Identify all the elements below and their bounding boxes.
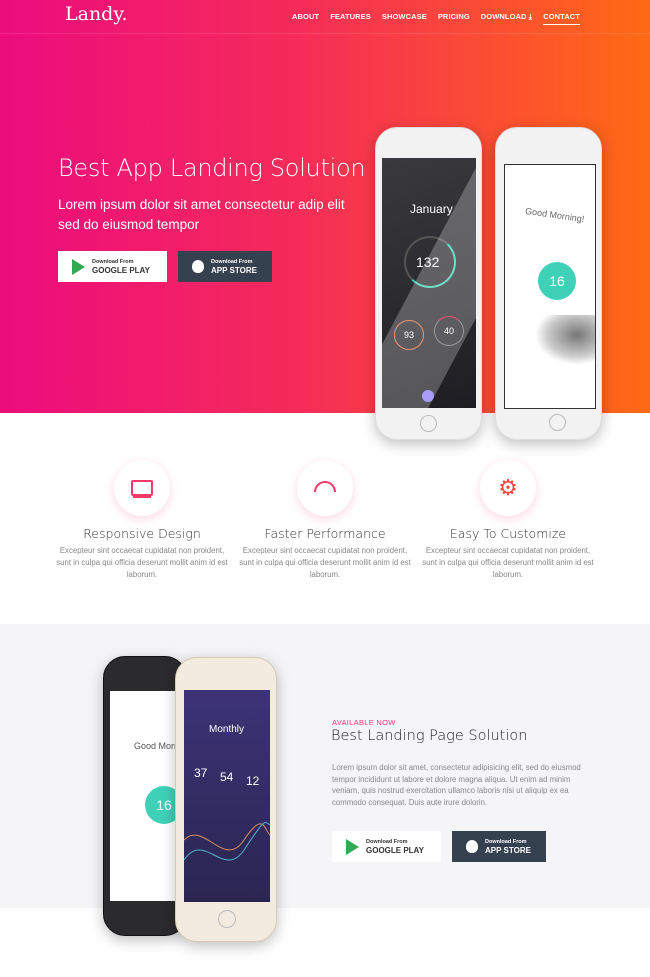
monitor-icon	[131, 480, 153, 496]
speedometer-icon	[314, 480, 336, 492]
feature-desc: Excepteur sint occaecat cupidatat non pr…	[422, 546, 594, 579]
mountain-image	[535, 315, 595, 365]
google-small-label: Download From	[92, 258, 134, 265]
nav-about[interactable]: ABOUT	[292, 12, 319, 25]
nav-download[interactable]: DOWNLOAD ⤓	[481, 12, 532, 25]
app-store-button-2[interactable]: Download From APP STORE	[452, 831, 546, 862]
apple-icon	[192, 260, 204, 273]
feature-desc: Excepteur sint occaecat cupidatat non pr…	[56, 546, 228, 579]
phone-light-app: Good Morning! 16	[495, 127, 602, 440]
app-store-button[interactable]: Download From APP STORE	[178, 251, 272, 282]
apple-big-label: APP STORE	[485, 845, 531, 855]
hero-title: Best App Landing Solution	[58, 154, 366, 182]
phone-gold: Monthly 37 54 12	[175, 657, 277, 942]
google-play-icon	[346, 838, 359, 855]
feature-performance: Faster Performance Excepteur sint occaec…	[235, 460, 415, 581]
phone-badge-value: 16	[538, 262, 576, 300]
google-small-label: Download From	[366, 838, 408, 845]
phone-stat3: 12	[246, 774, 260, 788]
showcase-body: Lorem ipsum dolor sit amet, consectetur …	[332, 763, 581, 807]
feature-title: Easy To Customize	[449, 526, 567, 541]
nav-features[interactable]: FEATURES	[330, 12, 371, 25]
google-play-button[interactable]: Download From GOOGLE PLAY	[58, 251, 167, 282]
nav-showcase[interactable]: SHOWCASE	[382, 12, 427, 25]
nav-contact[interactable]: CONTACT	[543, 12, 580, 25]
google-big-label: GOOGLE PLAY	[366, 845, 424, 855]
home-button	[420, 415, 437, 432]
google-play-button-2[interactable]: Download From GOOGLE PLAY	[332, 831, 441, 862]
phone-stat2: 54	[220, 770, 234, 784]
hero-subtitle: Lorem ipsum dolor sit amet consectetur a…	[58, 197, 345, 232]
apple-small-label: Download From	[211, 258, 253, 265]
feature-title: Faster Performance	[264, 526, 386, 541]
home-button	[549, 414, 566, 431]
feature-desc: Excepteur sint occaecat cupidatat non pr…	[239, 546, 411, 579]
feature-icon-circle	[114, 460, 170, 516]
showcase-eyebrow: AVAILABLE NOW	[332, 718, 396, 727]
feature-customize: ⚙ Easy To Customize Excepteur sint occae…	[418, 460, 598, 581]
apple-icon	[466, 840, 478, 853]
apple-small-label: Download From	[485, 838, 527, 845]
nav-download-label: DOWNLOAD	[480, 12, 527, 21]
phone-wave-chart	[184, 822, 270, 861]
feature-icon-circle: ⚙	[480, 460, 536, 516]
download-icon: ⤓	[528, 12, 533, 21]
phone-tab-monthly: Monthly	[209, 724, 245, 735]
feature-title: Responsive Design	[83, 526, 201, 541]
feature-icon-circle	[297, 460, 353, 516]
feature-responsive: Responsive Design Excepteur sint occaeca…	[52, 460, 232, 581]
phone-greeting: Good Morning!	[524, 205, 585, 225]
phone-dark-app: January 132 93 40	[375, 127, 482, 440]
nav-menu: ABOUT FEATURES SHOWCASE PRICING DOWNLOAD…	[292, 12, 580, 25]
phone-stat1: 37	[194, 766, 208, 780]
nav-pricing[interactable]: PRICING	[438, 12, 470, 25]
showcase-title: Best Landing Page Solution	[331, 728, 528, 744]
phone-month: January	[410, 202, 453, 216]
apple-big-label: APP STORE	[211, 265, 257, 275]
google-big-label: GOOGLE PLAY	[92, 265, 150, 275]
gear-icon: ⚙	[498, 475, 518, 500]
navbar: Landy. ABOUT FEATURES SHOWCASE PRICING D…	[0, 0, 650, 34]
google-play-icon	[72, 258, 85, 275]
screen-glare	[382, 158, 476, 408]
home-button	[218, 910, 236, 928]
logo[interactable]: Landy.	[65, 3, 128, 25]
